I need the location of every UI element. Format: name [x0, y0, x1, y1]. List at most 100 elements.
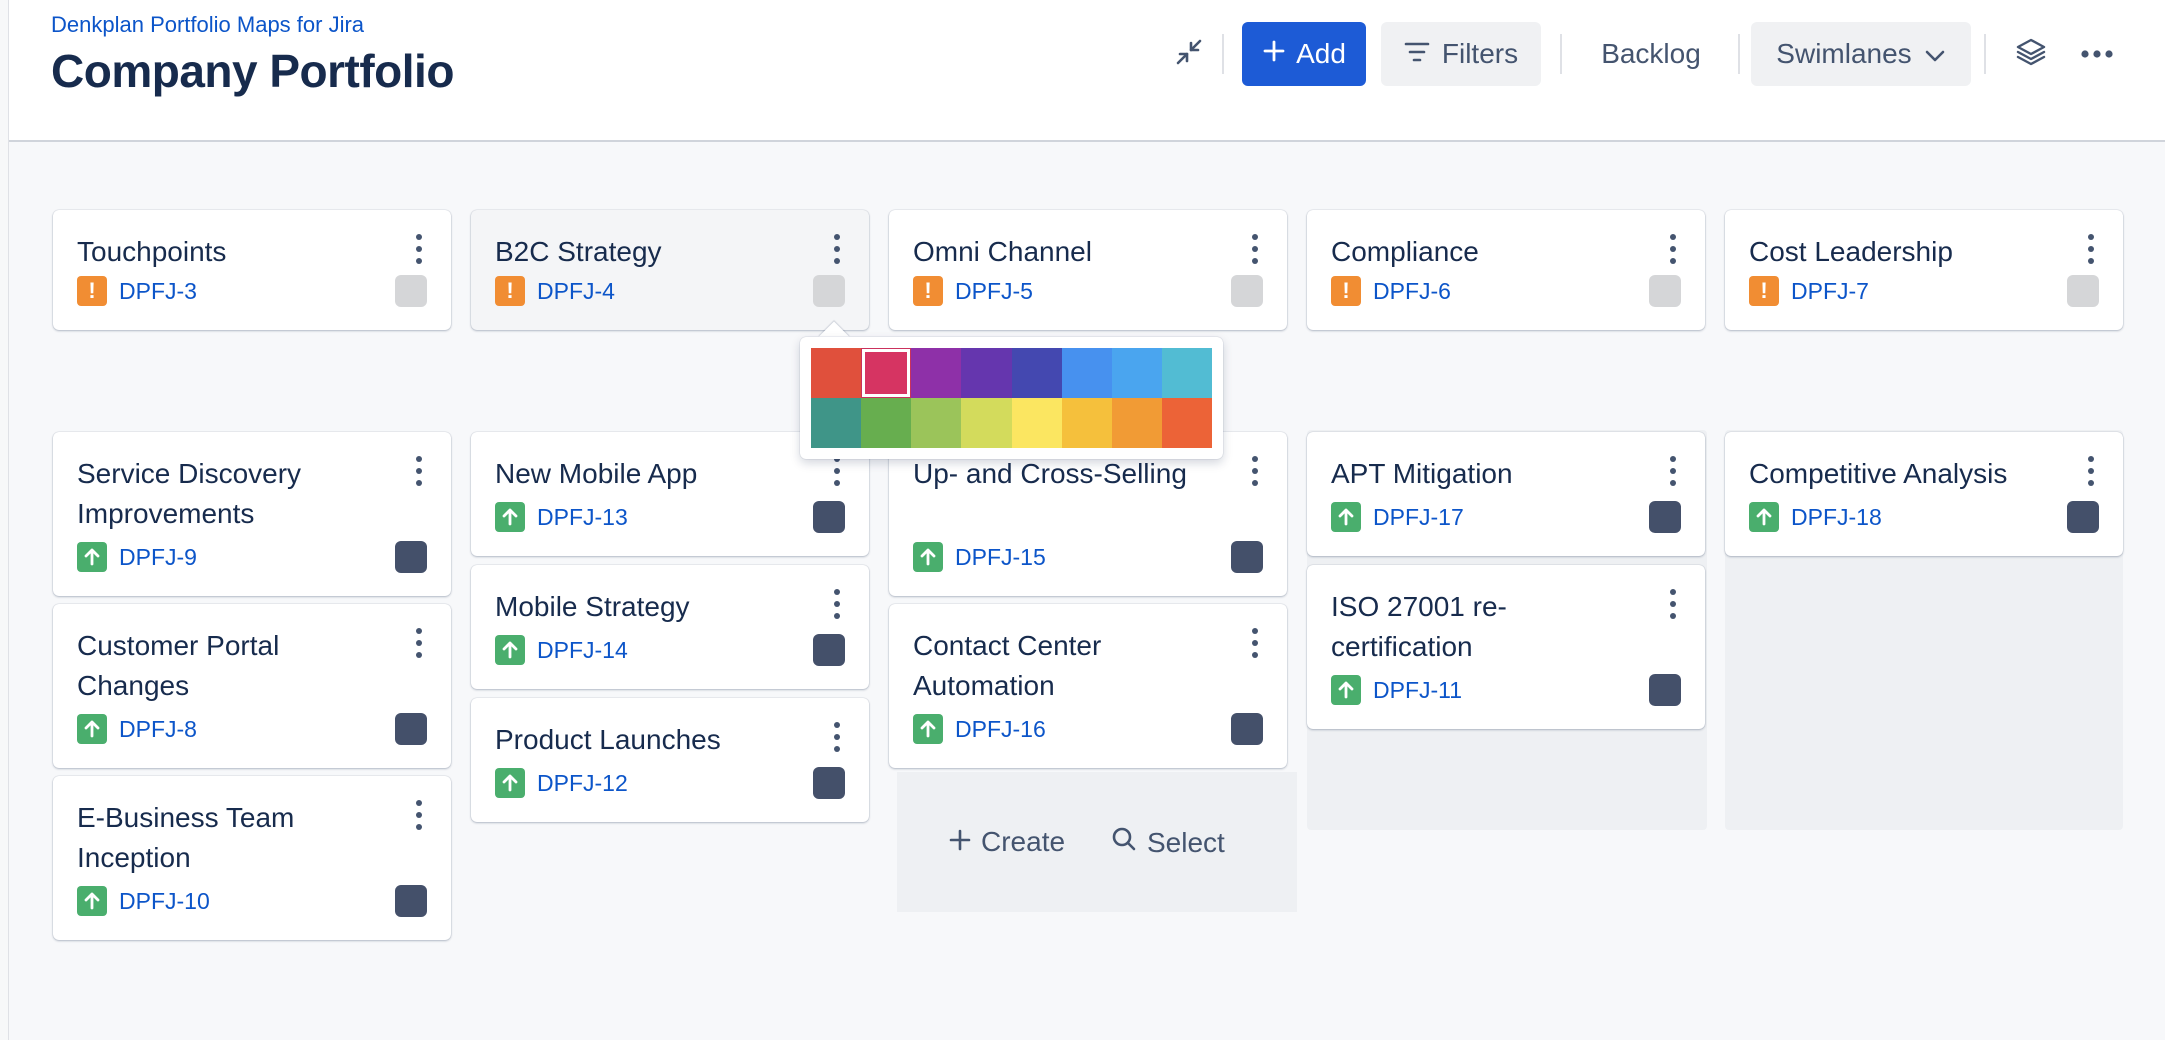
collapse-button[interactable] [1161, 22, 1217, 86]
color-swatch[interactable] [911, 398, 962, 448]
issue-key-link[interactable]: DPFJ-8 [119, 714, 197, 744]
layers-icon [2015, 36, 2047, 73]
card-menu-button[interactable] [1251, 234, 1259, 264]
plus-icon [949, 826, 971, 858]
card-menu-button[interactable] [1669, 589, 1677, 619]
color-swatch[interactable] [1061, 398, 1112, 448]
issue-card[interactable]: ISO 27001 re-certification DPFJ-11 [1307, 565, 1705, 729]
issue-card[interactable]: Customer Portal Changes DPFJ-8 [53, 604, 451, 768]
column-actions: Create Select [897, 772, 1297, 912]
color-swatch[interactable] [961, 348, 1012, 398]
issue-key-link[interactable]: DPFJ-9 [119, 542, 197, 572]
add-button-label: Add [1296, 38, 1346, 69]
issue-card[interactable]: Mobile Strategy DPFJ-14 [471, 565, 869, 689]
filters-button[interactable]: Filters [1381, 22, 1541, 86]
issue-key-link[interactable]: DPFJ-4 [537, 276, 615, 306]
color-chip[interactable] [1649, 674, 1681, 706]
color-chip[interactable] [395, 275, 427, 307]
card-menu-button[interactable] [2087, 234, 2095, 264]
color-swatch[interactable] [1161, 348, 1212, 398]
issue-card[interactable]: Contact Center Automation DPFJ-16 [889, 604, 1287, 768]
card-menu-button[interactable] [833, 234, 841, 264]
card-menu-button[interactable] [833, 456, 841, 486]
add-button[interactable]: Add [1242, 22, 1366, 86]
color-chip[interactable] [2067, 501, 2099, 533]
issue-key-link[interactable]: DPFJ-18 [1791, 502, 1882, 532]
card-menu-button[interactable] [415, 234, 423, 264]
color-swatch[interactable] [1011, 348, 1062, 398]
issue-key-link[interactable]: DPFJ-11 [1373, 675, 1462, 705]
issue-key-link[interactable]: DPFJ-6 [1373, 276, 1451, 306]
issue-key-link[interactable]: DPFJ-12 [537, 768, 628, 798]
color-picker-popover [800, 337, 1223, 459]
improvement-icon [77, 886, 107, 916]
issue-key-link[interactable]: DPFJ-17 [1373, 502, 1464, 532]
issue-key-link[interactable]: DPFJ-14 [537, 635, 628, 665]
card-title: APT Mitigation [1331, 458, 1513, 489]
issue-key-link[interactable]: DPFJ-16 [955, 714, 1046, 744]
card-menu-button[interactable] [1251, 628, 1259, 658]
color-swatch[interactable] [811, 398, 862, 448]
create-button[interactable]: Create [949, 826, 1065, 858]
layers-button[interactable] [2003, 22, 2059, 86]
card-title: Product Launches [495, 724, 721, 755]
issue-key-link[interactable]: DPFJ-7 [1791, 276, 1869, 306]
color-chip[interactable] [395, 713, 427, 745]
issue-key-link[interactable]: DPFJ-3 [119, 276, 197, 306]
issue-key-link[interactable]: DPFJ-5 [955, 276, 1033, 306]
color-chip[interactable] [2067, 275, 2099, 307]
color-swatch[interactable] [1061, 348, 1112, 398]
card-menu-button[interactable] [415, 456, 423, 486]
color-swatch[interactable] [811, 348, 862, 398]
backlog-button[interactable]: Backlog [1577, 22, 1725, 86]
color-chip[interactable] [1231, 541, 1263, 573]
card-menu-button[interactable] [2087, 456, 2095, 486]
issue-card[interactable]: Service Discovery Improvements DPFJ-9 [53, 432, 451, 596]
color-chip[interactable] [1231, 275, 1263, 307]
color-swatch[interactable] [1111, 348, 1162, 398]
issue-card[interactable]: Competitive Analysis DPFJ-18 [1725, 432, 2123, 556]
color-chip[interactable] [813, 275, 845, 307]
card-title: Compliance [1331, 236, 1479, 267]
color-chip[interactable] [1649, 275, 1681, 307]
select-button[interactable]: Select [1111, 826, 1225, 859]
color-swatch[interactable] [861, 398, 912, 448]
card-menu-button[interactable] [833, 589, 841, 619]
issue-key-link[interactable]: DPFJ-15 [955, 542, 1046, 572]
issue-card[interactable]: E-Business Team Inception DPFJ-10 [53, 776, 451, 940]
more-options-button[interactable] [2069, 22, 2125, 86]
issue-key-link[interactable]: DPFJ-10 [119, 886, 210, 916]
card-menu-button[interactable] [833, 722, 841, 752]
epic-card[interactable]: Cost Leadership ! DPFJ-7 [1725, 210, 2123, 330]
epic-card[interactable]: Touchpoints ! DPFJ-3 [53, 210, 451, 330]
epic-card[interactable]: B2C Strategy ! DPFJ-4 [471, 210, 869, 330]
issue-card[interactable]: APT Mitigation DPFJ-17 [1307, 432, 1705, 556]
priority-icon: ! [77, 276, 107, 306]
card-menu-button[interactable] [1251, 456, 1259, 486]
color-swatch[interactable] [1161, 398, 1212, 448]
card-menu-button[interactable] [1669, 456, 1677, 486]
card-menu-button[interactable] [415, 628, 423, 658]
color-chip[interactable] [813, 501, 845, 533]
swimlanes-dropdown[interactable]: Swimlanes [1751, 22, 1971, 86]
epic-card[interactable]: Compliance ! DPFJ-6 [1307, 210, 1705, 330]
color-chip[interactable] [813, 634, 845, 666]
card-menu-button[interactable] [415, 800, 423, 830]
issue-key-link[interactable]: DPFJ-13 [537, 502, 628, 532]
card-menu-button[interactable] [1669, 234, 1677, 264]
color-swatch[interactable] [961, 398, 1012, 448]
color-chip[interactable] [813, 767, 845, 799]
issue-card[interactable]: Product Launches DPFJ-12 [471, 698, 869, 822]
color-chip[interactable] [395, 885, 427, 917]
color-swatch[interactable] [911, 348, 962, 398]
color-swatch[interactable] [1111, 398, 1162, 448]
color-chip[interactable] [1231, 713, 1263, 745]
color-chip[interactable] [1649, 501, 1681, 533]
epic-card[interactable]: Omni Channel ! DPFJ-5 [889, 210, 1287, 330]
improvement-icon [495, 635, 525, 665]
color-swatch[interactable] [861, 348, 912, 398]
color-chip[interactable] [395, 541, 427, 573]
color-swatch[interactable] [1011, 398, 1062, 448]
app-name-link[interactable]: Denkplan Portfolio Maps for Jira [51, 12, 364, 38]
improvement-icon [77, 714, 107, 744]
